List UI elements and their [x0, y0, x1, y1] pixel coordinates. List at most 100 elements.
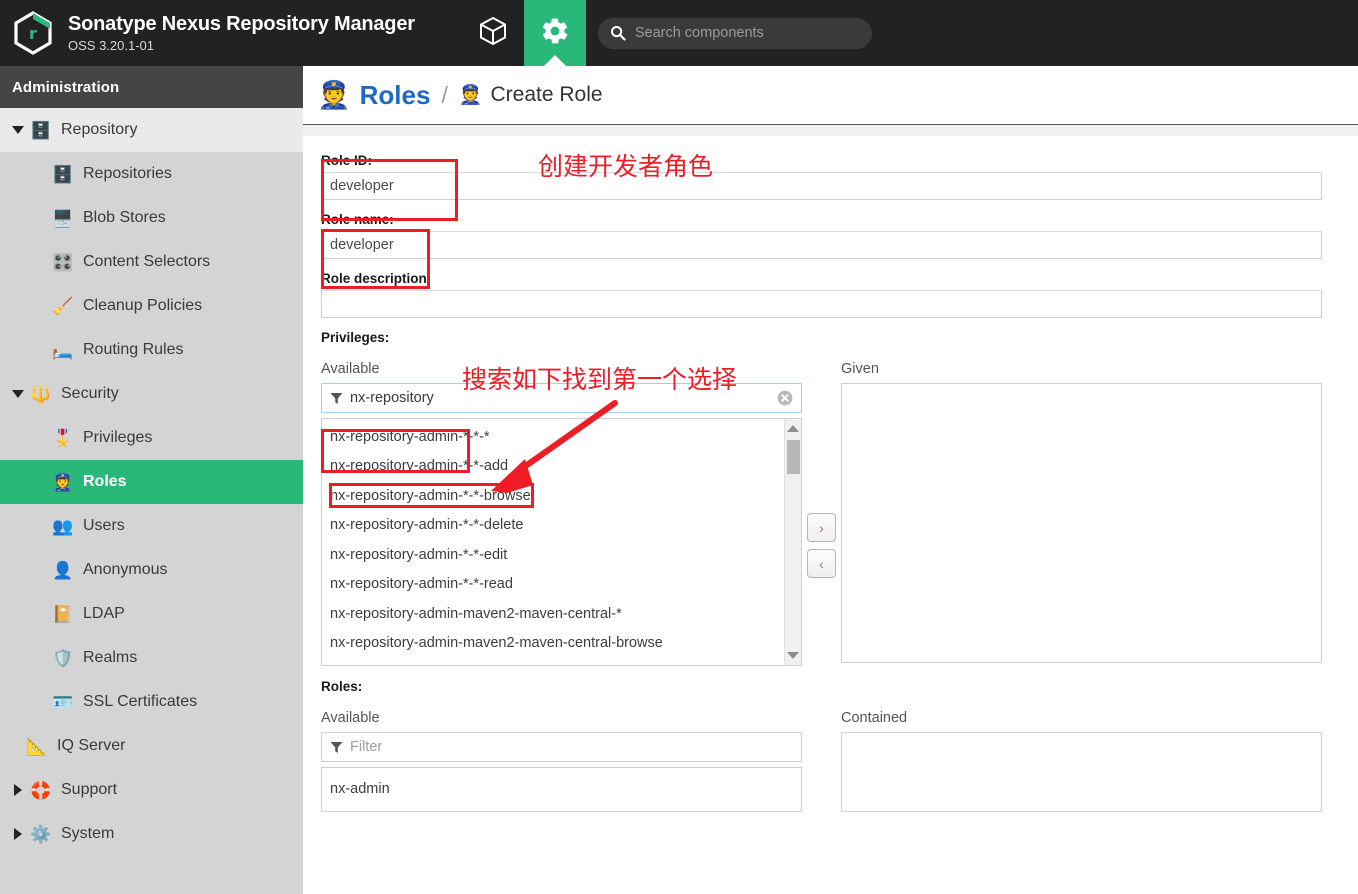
roles-available-list[interactable]: nx-admin — [321, 767, 802, 812]
sidebar-item-roles[interactable]: 👮 Roles — [0, 460, 303, 504]
scroll-down-arrow-icon[interactable] — [787, 652, 799, 659]
privileges-given-list[interactable] — [841, 383, 1322, 663]
chevron-down-icon[interactable] — [10, 126, 26, 134]
main-content: 👮 Roles / 👮 Create Role Role ID: develop… — [303, 66, 1358, 894]
role-description-label: Role description: — [321, 271, 432, 286]
role-id-field-group: Role ID: developer — [321, 153, 1342, 200]
role-id-input[interactable]: developer — [321, 172, 1322, 200]
cube-icon — [479, 16, 507, 51]
clear-circle-icon[interactable] — [777, 390, 793, 406]
sidebar-item-label: Repository — [61, 121, 138, 138]
sidebar-item-label: Security — [61, 385, 119, 402]
sidebar-item-ssl-certificates[interactable]: 🪪 SSL Certificates — [0, 680, 303, 724]
sidebar-item-users[interactable]: 👥 Users — [0, 504, 303, 548]
remove-privilege-button[interactable]: ‹ — [807, 549, 836, 578]
list-item[interactable]: nx-repository-admin-maven2-maven-central… — [322, 629, 784, 659]
chevron-right-icon[interactable] — [10, 784, 26, 796]
roles-label: Roles: — [321, 679, 363, 694]
sidebar-item-label: LDAP — [83, 605, 125, 622]
sidebar-item-routing-rules[interactable]: 🛏️ Routing Rules — [0, 328, 303, 372]
role-name-field-group: Role name: developer — [321, 212, 1342, 259]
list-item[interactable]: nx-repository-admin-*-*-add — [322, 452, 784, 482]
privileges-given-column: Given — [841, 361, 1322, 663]
roles-filter-placeholder: Filter — [350, 739, 383, 755]
sidebar-item-anonymous[interactable]: 👤 Anonymous — [0, 548, 303, 592]
role-name-label: Role name: — [321, 212, 394, 227]
privileges-transfer: Available nx-repository nx-repository-ad… — [321, 361, 1342, 666]
roles-available-column: Available Filter nx-admin — [321, 710, 802, 812]
list-item[interactable]: nx-admin — [322, 771, 801, 807]
list-item[interactable]: nx-repository-admin-*-*-delete — [322, 511, 784, 541]
breadcrumb-current-page: Create Role — [490, 83, 603, 106]
app-title: Sonatype Nexus Repository Manager — [68, 13, 415, 35]
administration-tab[interactable] — [523, 0, 586, 66]
privileges-list-scrollbar[interactable] — [784, 419, 801, 665]
sidebar-item-cleanup-policies[interactable]: 🧹 Cleanup Policies — [0, 284, 303, 328]
sidebar-item-label: Roles — [83, 473, 127, 490]
create-role-form: Role ID: developer Role name: developer … — [303, 136, 1358, 894]
gear-icon: ⚙️ — [30, 824, 52, 844]
sidebar-item-label: System — [61, 825, 115, 842]
sidebar-item-blob-stores[interactable]: 🖥️ Blob Stores — [0, 196, 303, 240]
broom-icon: 🧹 — [52, 296, 74, 316]
sidebar-item-label: Support — [61, 781, 118, 798]
list-item[interactable]: nx-repository-admin-maven2-maven-central… — [322, 658, 784, 666]
role-id-label: Role ID: — [321, 153, 373, 168]
sidebar-item-content-selectors[interactable]: 🎛️ Content Selectors — [0, 240, 303, 284]
sidebar-item-label: Realms — [83, 649, 138, 666]
admin-sidebar: Administration 🗄️ Repository 🗄️ Reposito… — [0, 66, 303, 894]
breadcrumb-separator: / — [441, 81, 448, 108]
content-top-band — [303, 125, 1358, 136]
list-item[interactable]: nx-repository-admin-*-*-read — [322, 570, 784, 600]
list-item[interactable]: nx-repository-admin-maven2-maven-central… — [322, 599, 784, 629]
sidebar-item-realms[interactable]: 🛡️ Realms — [0, 636, 303, 680]
header-spacer — [415, 0, 462, 66]
lifebuoy-icon: 🛟 — [30, 780, 52, 800]
funnel-icon — [330, 741, 343, 754]
privileges-available-list[interactable]: nx-repository-admin-*-*-* nx-repository-… — [321, 418, 802, 666]
role-name-input[interactable]: developer — [321, 231, 1322, 259]
anonymous-icon: 👤 — [52, 560, 74, 580]
nexus-hexagon-logo-icon: r — [13, 11, 53, 55]
list-item[interactable]: nx-repository-admin-*-*-browse — [322, 481, 784, 511]
sidebar-item-repository[interactable]: 🗄️ Repository — [0, 108, 303, 152]
funnel-icon — [330, 392, 343, 405]
privileges-available-items: nx-repository-admin-*-*-* nx-repository-… — [322, 419, 784, 665]
scroll-up-arrow-icon[interactable] — [787, 425, 799, 432]
svg-text:r: r — [29, 24, 37, 43]
browse-tab[interactable] — [462, 0, 524, 66]
list-item[interactable]: nx-repository-admin-*-*-edit — [322, 540, 784, 570]
sidebar-item-label: Routing Rules — [83, 341, 184, 358]
medal-icon: 🎖️ — [52, 428, 74, 448]
sidebar-item-label: Content Selectors — [83, 253, 211, 270]
search-input[interactable]: Search components — [597, 17, 872, 49]
sidebar-item-label: Blob Stores — [83, 209, 166, 226]
sidebar-item-label: SSL Certificates — [83, 693, 198, 710]
sidebar-item-privileges[interactable]: 🎖️ Privileges — [0, 416, 303, 460]
sidebar-item-ldap[interactable]: 📔 LDAP — [0, 592, 303, 636]
add-privilege-button[interactable]: › — [807, 513, 836, 542]
chevron-right-icon[interactable] — [10, 828, 26, 840]
privileges-filter-input[interactable]: nx-repository — [321, 383, 802, 413]
scrollbar-thumb[interactable] — [787, 440, 800, 474]
app-version: OSS 3.20.1-01 — [68, 38, 154, 53]
toggle-icon: 🎛️ — [52, 252, 74, 272]
roles-transfer: Available Filter nx-admin Contained — [321, 710, 1342, 812]
roles-contained-list[interactable] — [841, 732, 1322, 812]
sidebar-item-security[interactable]: 🔱 Security — [0, 372, 303, 416]
role-description-input[interactable] — [321, 290, 1322, 318]
list-item[interactable]: nx-repository-admin-*-*-* — [322, 422, 784, 452]
breadcrumb-root-link[interactable]: Roles — [360, 80, 431, 111]
sidebar-item-iq-server[interactable]: 📐 IQ Server — [0, 724, 303, 768]
role-id-value: developer — [330, 178, 394, 194]
sidebar-item-repositories[interactable]: 🗄️ Repositories — [0, 152, 303, 196]
blobstore-icon: 🖥️ — [52, 208, 74, 228]
roles-contained-column: Contained — [841, 710, 1322, 812]
sidebar-item-support[interactable]: 🛟 Support — [0, 768, 303, 812]
sidebar-title-label: Administration — [12, 78, 120, 96]
app-logo[interactable]: r — [0, 0, 66, 66]
roles-filter-input[interactable]: Filter — [321, 732, 802, 762]
sidebar-item-system[interactable]: ⚙️ System — [0, 812, 303, 856]
privileges-label: Privileges: — [321, 330, 390, 345]
chevron-down-icon[interactable] — [10, 390, 26, 398]
